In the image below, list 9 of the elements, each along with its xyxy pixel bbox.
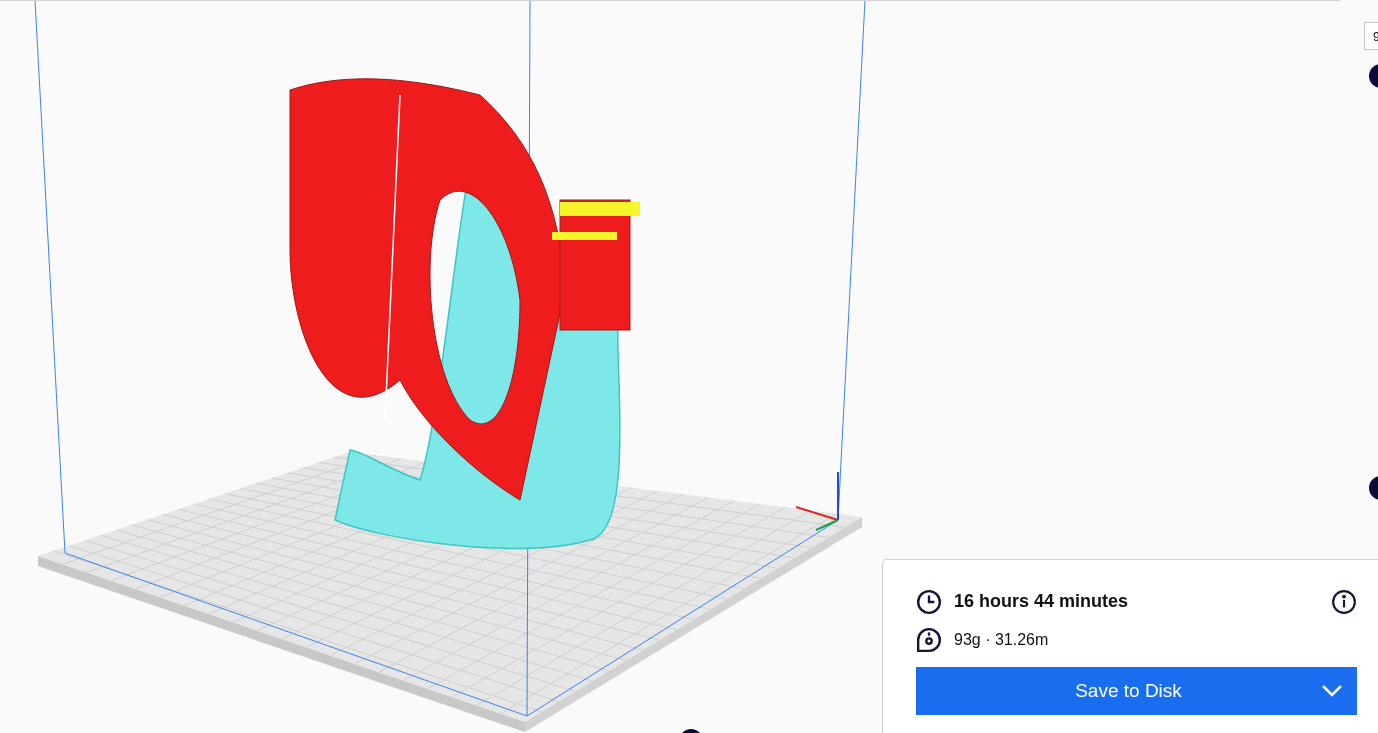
clock-icon [916,588,942,615]
chevron-down-icon [1321,684,1343,698]
slider-handle-icon[interactable] [1368,63,1378,89]
print-duration: 16 hours 44 minutes [954,590,1129,613]
slider-handle-icon[interactable] [1368,475,1378,501]
info-icon[interactable] [1331,588,1357,615]
spool-icon [916,627,942,653]
save-to-disk-button[interactable]: Save to Disk [916,667,1357,715]
material-usage: 93g · 31.26m [954,630,1049,650]
